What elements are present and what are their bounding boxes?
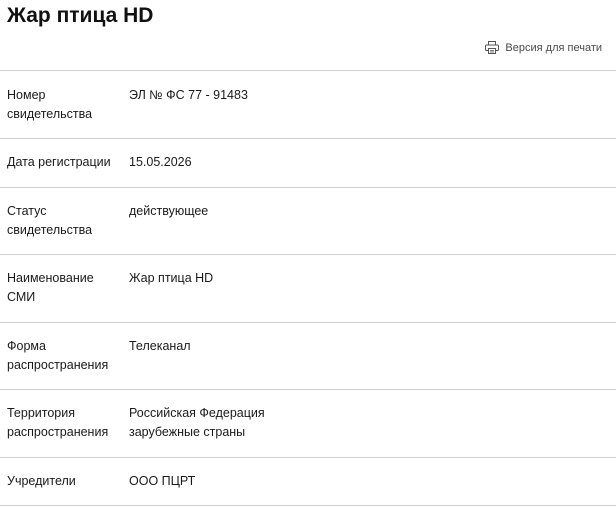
- row-value: 15.05.2026: [129, 153, 599, 172]
- row-value: Жар птица HD: [129, 269, 599, 288]
- record-row-distribution-territory: Территория распространения Российская Фе…: [0, 389, 616, 457]
- row-value-line: ООО ПЦРТ: [129, 474, 196, 488]
- row-label-line: свидетельства: [7, 107, 93, 121]
- record-row-certificate-status: Статус свидетельства действующее: [0, 187, 616, 254]
- page-title: Жар птица HD: [7, 4, 154, 27]
- registry-record-page: Жар птица HD Версия для печати Номер сви…: [0, 0, 616, 508]
- row-label: Статус свидетельства: [7, 202, 122, 240]
- row-value-line: Российская Федерация: [129, 406, 265, 420]
- row-label: Форма распространения: [7, 337, 122, 375]
- row-value-line: ЭЛ № ФС 77 - 91483: [129, 88, 248, 102]
- row-value-line: зарубежные страны: [129, 425, 246, 439]
- row-value: ЭЛ № ФС 77 - 91483: [129, 86, 599, 105]
- row-value-line: Жар птица HD: [129, 271, 214, 285]
- record-row-media-name: Наименование СМИ Жар птица HD: [0, 254, 616, 322]
- print-version-label: Версия для печати: [505, 41, 602, 54]
- row-label-line: СМИ: [7, 290, 36, 304]
- row-label: Территория распространения: [7, 404, 122, 442]
- record-details-table: Номер свидетельства ЭЛ № ФС 77 - 91483 Д…: [0, 70, 616, 506]
- row-label: Учредители: [7, 472, 122, 491]
- record-row-founders: Учредители ООО ПЦРТ: [0, 457, 616, 506]
- row-label: Дата регистрации: [7, 153, 122, 172]
- row-label-line: свидетельства: [7, 223, 93, 237]
- row-value-line: Телеканал: [129, 339, 191, 353]
- record-row-distribution-form: Форма распространения Телеканал: [0, 322, 616, 389]
- row-label: Наименование СМИ: [7, 269, 122, 307]
- row-value-line: действующее: [129, 204, 209, 218]
- row-label-line: Форма: [7, 339, 46, 353]
- row-label-line: Номер: [7, 88, 46, 102]
- row-value: Телеканал: [129, 337, 599, 356]
- printer-icon: [485, 41, 500, 54]
- row-label-line: распространения: [7, 425, 109, 439]
- record-row-certificate-number: Номер свидетельства ЭЛ № ФС 77 - 91483: [0, 70, 616, 138]
- row-value: действующее: [129, 202, 599, 221]
- row-value: Российская Федерация зарубежные страны: [129, 404, 599, 442]
- record-row-registration-date: Дата регистрации 15.05.2026: [0, 138, 616, 187]
- row-value: ООО ПЦРТ: [129, 472, 599, 491]
- print-version-link[interactable]: Версия для печати: [485, 41, 602, 54]
- row-value-line: 15.05.2026: [129, 155, 192, 169]
- row-label-line: Учредители: [7, 474, 76, 488]
- row-label: Номер свидетельства: [7, 86, 122, 124]
- row-label-line: Территория: [7, 406, 76, 420]
- row-label-line: Статус: [7, 204, 47, 218]
- row-label-line: Наименование: [7, 271, 94, 285]
- row-label-line: распространения: [7, 358, 109, 372]
- row-label-line: Дата регистрации: [7, 155, 111, 169]
